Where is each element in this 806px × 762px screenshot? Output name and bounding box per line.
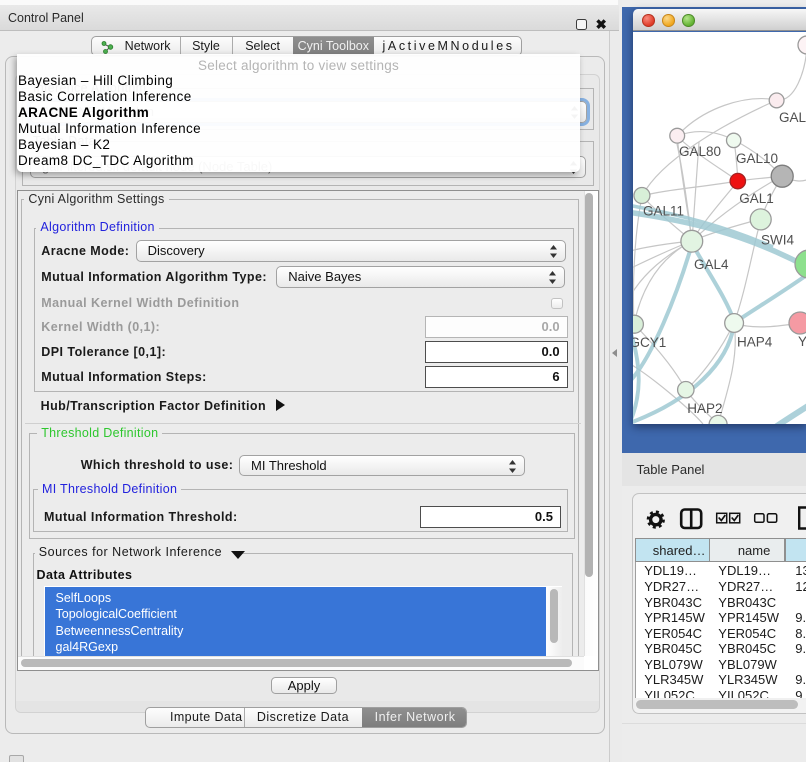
svg-text:YER: YER	[798, 334, 806, 349]
svg-text:GAL10: GAL10	[736, 151, 778, 166]
svg-text:GAL80: GAL80	[679, 144, 721, 159]
svg-text:GCY1: GCY1	[633, 335, 666, 350]
svg-text:HAP4: HAP4	[737, 335, 773, 350]
svg-text:GAL1: GAL1	[739, 191, 774, 206]
svg-text:GAL4: GAL4	[694, 257, 729, 272]
svg-text:GAL11: GAL11	[643, 204, 684, 219]
svg-text:SWI4: SWI4	[761, 233, 794, 248]
svg-text:GAL80: GAL80	[779, 110, 806, 125]
svg-text:HAP2: HAP2	[687, 401, 722, 416]
